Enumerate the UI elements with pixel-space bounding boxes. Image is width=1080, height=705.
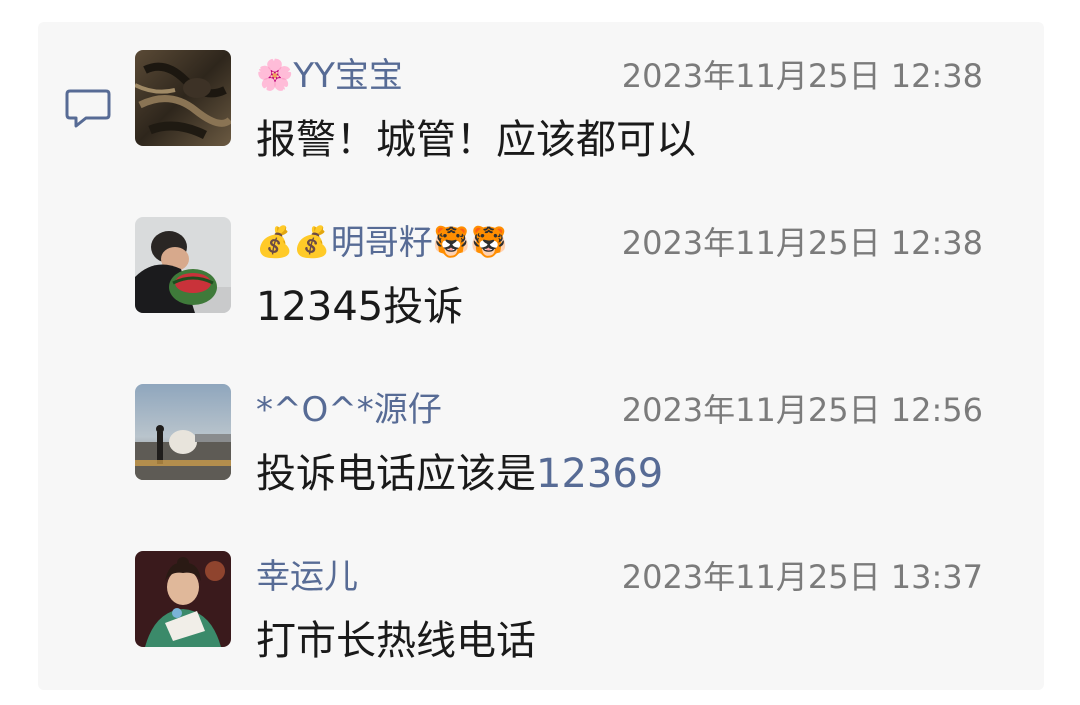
comment-timestamp: 2023年11月25日 12:38 <box>621 224 983 262</box>
money-bag-emoji-icon: 💰💰 <box>256 225 331 260</box>
commenter-name[interactable]: 🌸YY宝宝 <box>256 56 403 96</box>
comment-item[interactable]: *^O^*源仔 2023年11月25日 12:56 投诉电话应该是12369 <box>135 384 1015 524</box>
avatar[interactable] <box>135 217 231 313</box>
comment-item[interactable]: 幸运儿 2023年11月25日 13:37 打市长热线电话 <box>135 551 1015 691</box>
phone-number-link[interactable]: 12369 <box>536 451 663 497</box>
commenter-name[interactable]: *^O^*源仔 <box>256 390 442 430</box>
comment-timestamp: 2023年11月25日 12:38 <box>621 57 983 95</box>
commenter-name-text[interactable]: 明哥籽 <box>331 223 433 263</box>
avatar[interactable] <box>135 384 231 480</box>
commenter-name[interactable]: 幸运儿 <box>256 557 358 597</box>
comment-item[interactable]: 💰💰明哥籽🐯🐯 2023年11月25日 12:38 12345投诉 <box>135 217 1015 357</box>
commenter-name-text[interactable]: YY宝宝 <box>293 56 403 96</box>
commenter-name[interactable]: 💰💰明哥籽🐯🐯 <box>256 223 507 263</box>
comment-timestamp: 2023年11月25日 13:37 <box>621 558 983 596</box>
comment-text-body: 投诉电话应该是 <box>256 451 536 497</box>
commenter-name-text[interactable]: *^O^*源仔 <box>256 390 442 430</box>
comment-item[interactable]: 🌸YY宝宝 2023年11月25日 12:38 报警！城管！应该都可以 <box>135 50 1015 190</box>
comment-text: 打市长热线电话 <box>256 618 536 664</box>
flower-emoji-icon: 🌸 <box>256 58 294 93</box>
comment-timestamp: 2023年11月25日 12:56 <box>621 391 983 429</box>
comment-text: 投诉电话应该是12369 <box>256 448 663 500</box>
tiger-emoji-icon: 🐯🐯 <box>432 225 508 260</box>
commenter-name-text[interactable]: 幸运儿 <box>256 557 358 597</box>
comment-text: 报警！城管！应该都可以 <box>256 117 696 163</box>
comment-bubble-icon <box>64 88 112 130</box>
comment-text: 12345投诉 <box>256 284 464 330</box>
avatar[interactable] <box>135 551 231 647</box>
avatar[interactable] <box>135 50 231 146</box>
